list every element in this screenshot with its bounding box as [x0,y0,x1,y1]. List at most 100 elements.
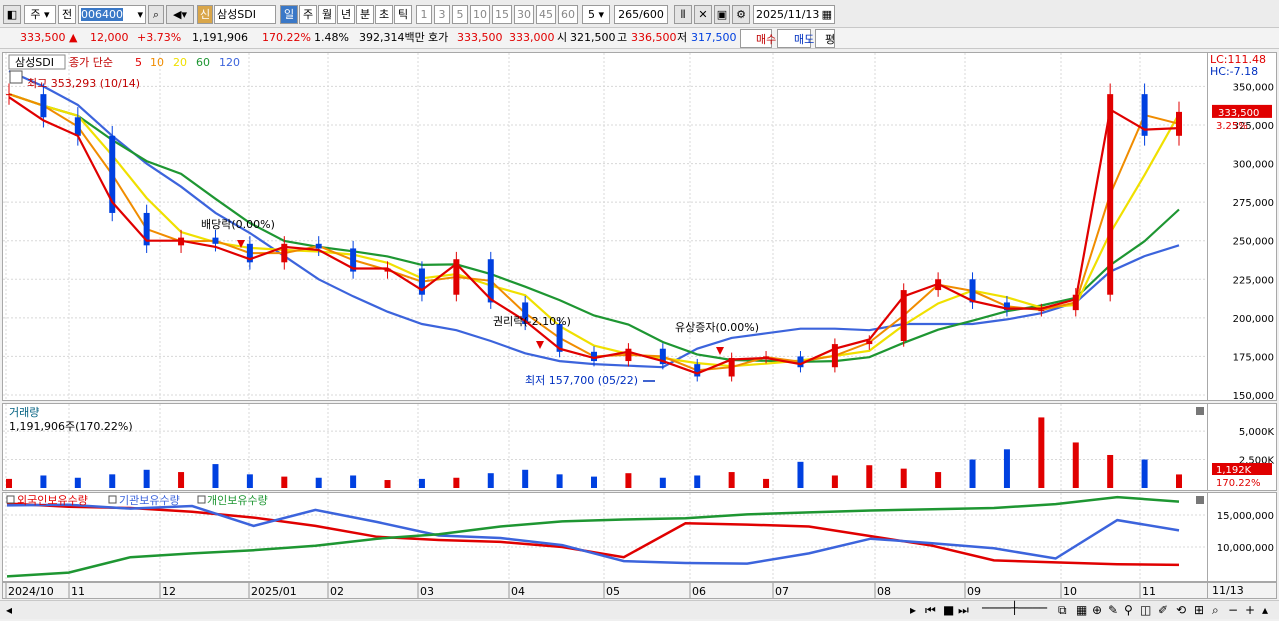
holding-chart[interactable]: 외국인보유수량 기관보유수량 개인보유수량 [3,493,1207,581]
volume-pane[interactable]: 거래량 1,191,906주(170.22%) [2,403,1208,491]
chart-icon[interactable]: ◫ [1140,603,1151,617]
buy-button[interactable]: 매수 [740,29,776,48]
low-label: 저 [677,31,688,44]
price-tick-0: 150,000 [1233,391,1274,400]
sell-button[interactable]: 매도 [777,29,814,48]
type-select[interactable]: 전 [58,5,76,24]
holding-axis-svg: 10,000,000 15,000,000 [1217,511,1274,554]
sin-badge[interactable]: 신 [197,5,213,24]
period-day[interactable]: 일 [280,5,298,24]
save-icon[interactable]: ▣ [714,5,730,24]
volume-bar-26 [900,468,907,488]
price-pane[interactable]: 삼성SDI 종가 단순 5 10 20 60 120 최고 353,293 (10/14) 배당… [2,52,1208,401]
holding-pane[interactable]: 외국인보유수량 기관보유수량 개인보유수량 [2,492,1208,582]
volume-bar-21 [728,472,735,488]
period-week[interactable]: 주 [299,5,317,24]
grid-icon[interactable]: ▦ [1076,603,1087,617]
rewind-icon[interactable]: ⏮ [925,603,936,617]
grid2-icon[interactable]: ⊞ [1194,603,1204,617]
plus-icon[interactable]: + [1245,603,1255,617]
zoom-slider[interactable]: ────┼──── [982,601,1047,615]
candle-body-25 [866,341,873,345]
minus-icon[interactable]: − [1228,603,1238,617]
interval-15[interactable]: 15 [492,5,512,24]
scroll-next-icon[interactable]: ▸ [910,603,916,617]
period-week-label: 주 [302,8,314,21]
price-chart[interactable]: 삼성SDI 종가 단순 5 10 20 60 120 최고 353,293 (10/14) 배당… [3,53,1207,400]
ma20-line [8,93,1180,368]
up-arrow-icon: ▲ [69,31,78,44]
pen-icon[interactable]: ✐ [1158,603,1168,617]
period-tick[interactable]: 틱 [394,5,412,24]
candle-icon[interactable]: ⫴ [674,5,692,24]
interval-45-label: 45 [539,8,553,21]
avg-button[interactable]: 평 [815,29,835,48]
quote-low: 317,500 [691,31,737,44]
volume-close-icon [1196,407,1204,415]
volume-bar-12 [418,478,425,488]
period-second-label: 초 [378,8,390,21]
layout-icon[interactable]: ◧ [3,5,21,24]
eraser-icon[interactable]: ✎ [1108,603,1118,617]
gear-icon[interactable]: ⚙ [732,5,750,24]
x-axis: 2024/10 11 12 2025/01 02 03 04 05 06 07 08 09 10 11 [2,582,1208,599]
vol-tick-1: 5,000K [1239,427,1275,438]
quote-ask: 333,500 [457,31,503,44]
low-note: 최저 157,700 (05/22) [525,374,638,387]
ma-period-3: 60 [196,56,210,69]
period-month-label: 월 [321,8,333,21]
interval-60[interactable]: 60 [558,5,578,24]
stop-icon[interactable]: ■ [943,603,954,617]
code-input[interactable]: 006400 ▾ [78,5,146,24]
x-tick-0: 2024/10 [8,585,54,598]
volume-bar-20 [694,475,701,488]
period-second[interactable]: 초 [375,5,393,24]
x-tick-6: 04 [511,585,525,598]
calendar-icon[interactable]: ▦ [822,6,832,23]
forward-icon[interactable]: ⏭ [958,603,969,617]
interval-3[interactable]: 3 [434,5,450,24]
refresh-icon[interactable]: ⟲ [1176,603,1186,617]
volume-title: 거래량 [9,406,39,419]
volume-axis: 2,500K 5,000K 1,192K 170.22% [1208,403,1277,491]
toolbar: ◧ 주 ▾ 전 006400 ▾ ⌕ ◀▾ 신 삼성SDI 일 주 월 년 분 … [0,0,1279,28]
count-input[interactable]: 265/600 [614,5,668,24]
holding-legend-0: 외국인보유수량 [17,494,88,507]
dividend-note: 배당락(0.00%) [201,218,275,231]
date-input[interactable]: 2025/11/13 ▦ [753,5,835,24]
current-price-label: 333,500 [1218,108,1259,119]
scroll-left-icon[interactable]: ◂ [6,603,12,617]
interval-10[interactable]: 10 [470,5,490,24]
holding-legend-box-1 [108,495,117,504]
code-text: 006400 [81,8,123,21]
up-icon[interactable]: ▴ [1262,603,1268,617]
speaker-icon[interactable]: ◀▾ [166,5,194,24]
period-year[interactable]: 년 [337,5,355,24]
buy-label: 매수 [756,33,777,46]
interval-1[interactable]: 1 [416,5,432,24]
period-minute[interactable]: 분 [356,5,374,24]
interval-30[interactable]: 30 [514,5,534,24]
ma-period-0: 5 [135,56,142,69]
interval-5[interactable]: 5 [452,5,468,24]
custom-interval[interactable]: 5 ▾ [582,5,610,24]
interval-45[interactable]: 45 [536,5,556,24]
quote-change: 12,000 [90,31,129,44]
mode-select[interactable]: 주 ▾ [24,5,56,24]
chart-toggle-icon [9,70,23,84]
pin-icon[interactable]: ⚲ [1124,603,1133,617]
rights-note: 권리락(-2.10%) [493,315,571,328]
volume-chart[interactable]: 거래량1,191,906주(170.22%) [3,404,1207,490]
crosshair-icon[interactable]: ✕ [694,5,712,24]
x-tick-3: 2025/01 [251,585,297,598]
avg-label: 평 [825,33,836,46]
period-month[interactable]: 월 [318,5,336,24]
layout-icon-small[interactable]: ⧉ [1058,603,1067,617]
volume-bar-22 [763,478,770,488]
volume-bar-3 [109,474,116,488]
interval-5-label: 5 [456,8,464,21]
bottom-scroll-bar[interactable]: ◂ ▸ ⏮ ■ ⏭ ────┼──── ⧉ ▦ ⊕ ✎ ⚲ ◫ ✐ ⟲ ⊞ ⌕ … [0,600,1279,619]
search-icon[interactable]: ⌕ [148,5,164,24]
zoom-search-icon[interactable]: ⌕ [1212,603,1219,617]
zoom-icon[interactable]: ⊕ [1092,603,1102,617]
